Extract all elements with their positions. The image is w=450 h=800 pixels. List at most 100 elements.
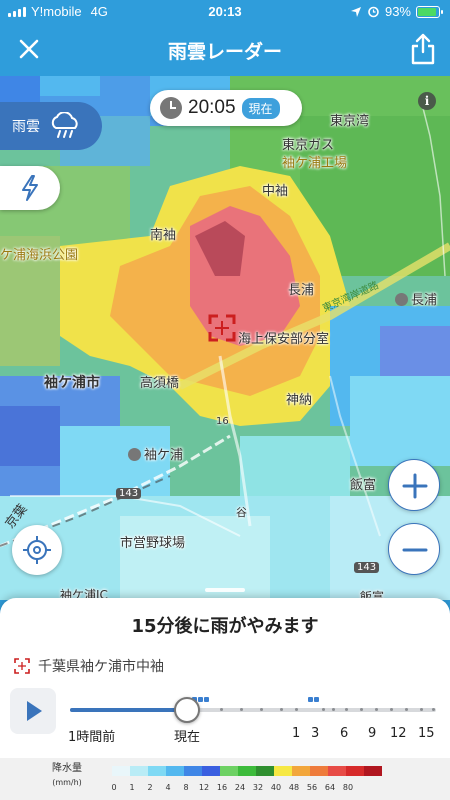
thunder-layer-button[interactable] (0, 166, 60, 210)
legend-swatch (238, 766, 256, 776)
rain-marker (308, 697, 313, 702)
map-label-sodegaura-station: 袖ケ浦 (128, 444, 183, 463)
location-row: 千葉県袖ケ浦市中袖 (14, 656, 164, 676)
rain-marker (314, 697, 319, 702)
legend-value: 4 (165, 783, 171, 792)
rain-layer-button[interactable]: 雨雲 (0, 102, 102, 150)
crosshair-icon (23, 536, 51, 564)
legend-value: 56 (306, 783, 318, 792)
legend-value: 0 (111, 783, 117, 792)
battery-percent: 93% (384, 4, 411, 19)
map-label-tani: 谷 (236, 506, 247, 519)
tick-label: 9 (368, 726, 377, 741)
station-name: 袖ケ浦 (144, 448, 184, 463)
timeline-dot (280, 708, 283, 711)
legend-value: 64 (324, 783, 336, 792)
legend-unit: (mm/h) (52, 778, 82, 787)
zoom-in-button[interactable] (388, 459, 440, 511)
timeline-dot (332, 708, 335, 711)
clock-icon (160, 97, 182, 119)
map-label-takasuhashi: 高須橋 (140, 376, 180, 391)
timeline-dot (420, 708, 423, 711)
tick-label: 12 (390, 726, 407, 741)
timeline-thumb[interactable] (174, 697, 201, 723)
map-label-sodegaura-city: 袖ケ浦市 (44, 375, 100, 391)
map-label-tokyo-wan: 東京湾 (330, 114, 370, 129)
alarm-icon (368, 6, 379, 18)
sheet-handle[interactable] (205, 588, 245, 592)
timeline-dot (295, 708, 298, 711)
timeline-dot (322, 708, 325, 711)
legend-value: 40 (270, 783, 282, 792)
timeline-dot (345, 708, 348, 711)
location-arrow-icon (350, 6, 361, 17)
legend-value: 1 (129, 783, 135, 792)
tick-label: 1 (292, 726, 301, 741)
timeline-dot (260, 708, 263, 711)
timeline-progress (70, 708, 188, 712)
current-location-button[interactable] (12, 525, 62, 575)
timeline-slider[interactable] (70, 697, 436, 723)
legend-swatch (274, 766, 292, 776)
station-icon (395, 293, 408, 306)
map-label-tokyo-gas: 東京ガス (282, 138, 335, 153)
legend-swatch (292, 766, 310, 776)
status-bar: Y!mobile 4G 20:13 93% (0, 0, 450, 24)
map-label-kamino: 神納 (286, 393, 313, 408)
play-button[interactable] (10, 688, 56, 734)
app-header: 雨雲レーダー (0, 24, 450, 76)
tick-label: 3 (311, 726, 320, 741)
rain-marker (204, 697, 209, 702)
rain-layer-label: 雨雲 (12, 119, 40, 135)
legend-swatch (184, 766, 202, 776)
tick-label: 現在 (174, 730, 201, 745)
precipitation-legend: 降水量 (mm/h) 0 1 2 4 8 12 16 24 32 40 48 56 64 80 (0, 758, 450, 800)
map-label-route143: 143 (116, 488, 142, 499)
tick-label: 1時間前 (68, 730, 116, 745)
legend-value: 32 (252, 783, 264, 792)
zoom-out-button[interactable] (388, 523, 440, 575)
map-label-plant: 袖ケ浦工場 (282, 156, 348, 171)
timeline-dot (390, 708, 393, 711)
legend-swatch (220, 766, 238, 776)
share-icon[interactable] (408, 32, 438, 66)
legend-value: 2 (147, 783, 153, 792)
legend-title: 降水量 (52, 763, 82, 774)
legend-swatch (256, 766, 274, 776)
legend-swatch (346, 766, 364, 776)
info-icon[interactable]: i (418, 92, 436, 110)
timeline-dot (220, 708, 223, 711)
legend-swatch (148, 766, 166, 776)
radar-time: 20:05 (188, 97, 236, 118)
map-label-route143b: 143 (354, 562, 380, 573)
radar-map[interactable]: 東京湾 東京ガス 袖ケ浦工場 中袖 南袖 ケ浦海浜公園 長浦 長浦 東京湾岸道路… (0, 76, 450, 600)
lightning-icon (22, 175, 38, 201)
legend-value: 16 (216, 783, 228, 792)
radar-overlay (0, 76, 450, 600)
legend-values: 0 1 2 4 8 12 16 24 32 40 48 56 64 80 (105, 783, 357, 792)
legend-swatch (130, 766, 148, 776)
station-icon (128, 448, 141, 461)
legend-title-block: 降水量 (mm/h) (52, 762, 82, 790)
timeline-dot (432, 708, 435, 711)
tick-label: 6 (340, 726, 349, 741)
map-label-nakasode: 中袖 (262, 184, 289, 199)
timeline-dot (360, 708, 363, 711)
page-title: 雨雲レーダー (167, 41, 282, 63)
target-icon (14, 658, 30, 674)
legend-swatch (166, 766, 184, 776)
legend-value: 8 (183, 783, 189, 792)
legend-value: 48 (288, 783, 300, 792)
forecast-headline: 15分後に雨がやみます (131, 616, 319, 637)
legend-swatch (328, 766, 346, 776)
map-label-minamisode: 南袖 (150, 228, 177, 243)
map-label-stadium: 市営野球場 (120, 536, 186, 551)
time-indicator[interactable]: 20:05 現在 (150, 90, 302, 126)
legend-value: 12 (198, 783, 210, 792)
battery-icon (416, 5, 443, 18)
rain-marker (198, 697, 203, 702)
timeline-dot (375, 708, 378, 711)
status-right: 93% (350, 4, 443, 19)
legend-swatch (364, 766, 382, 776)
map-label-seaside-park: ケ浦海浜公園 (0, 248, 79, 263)
